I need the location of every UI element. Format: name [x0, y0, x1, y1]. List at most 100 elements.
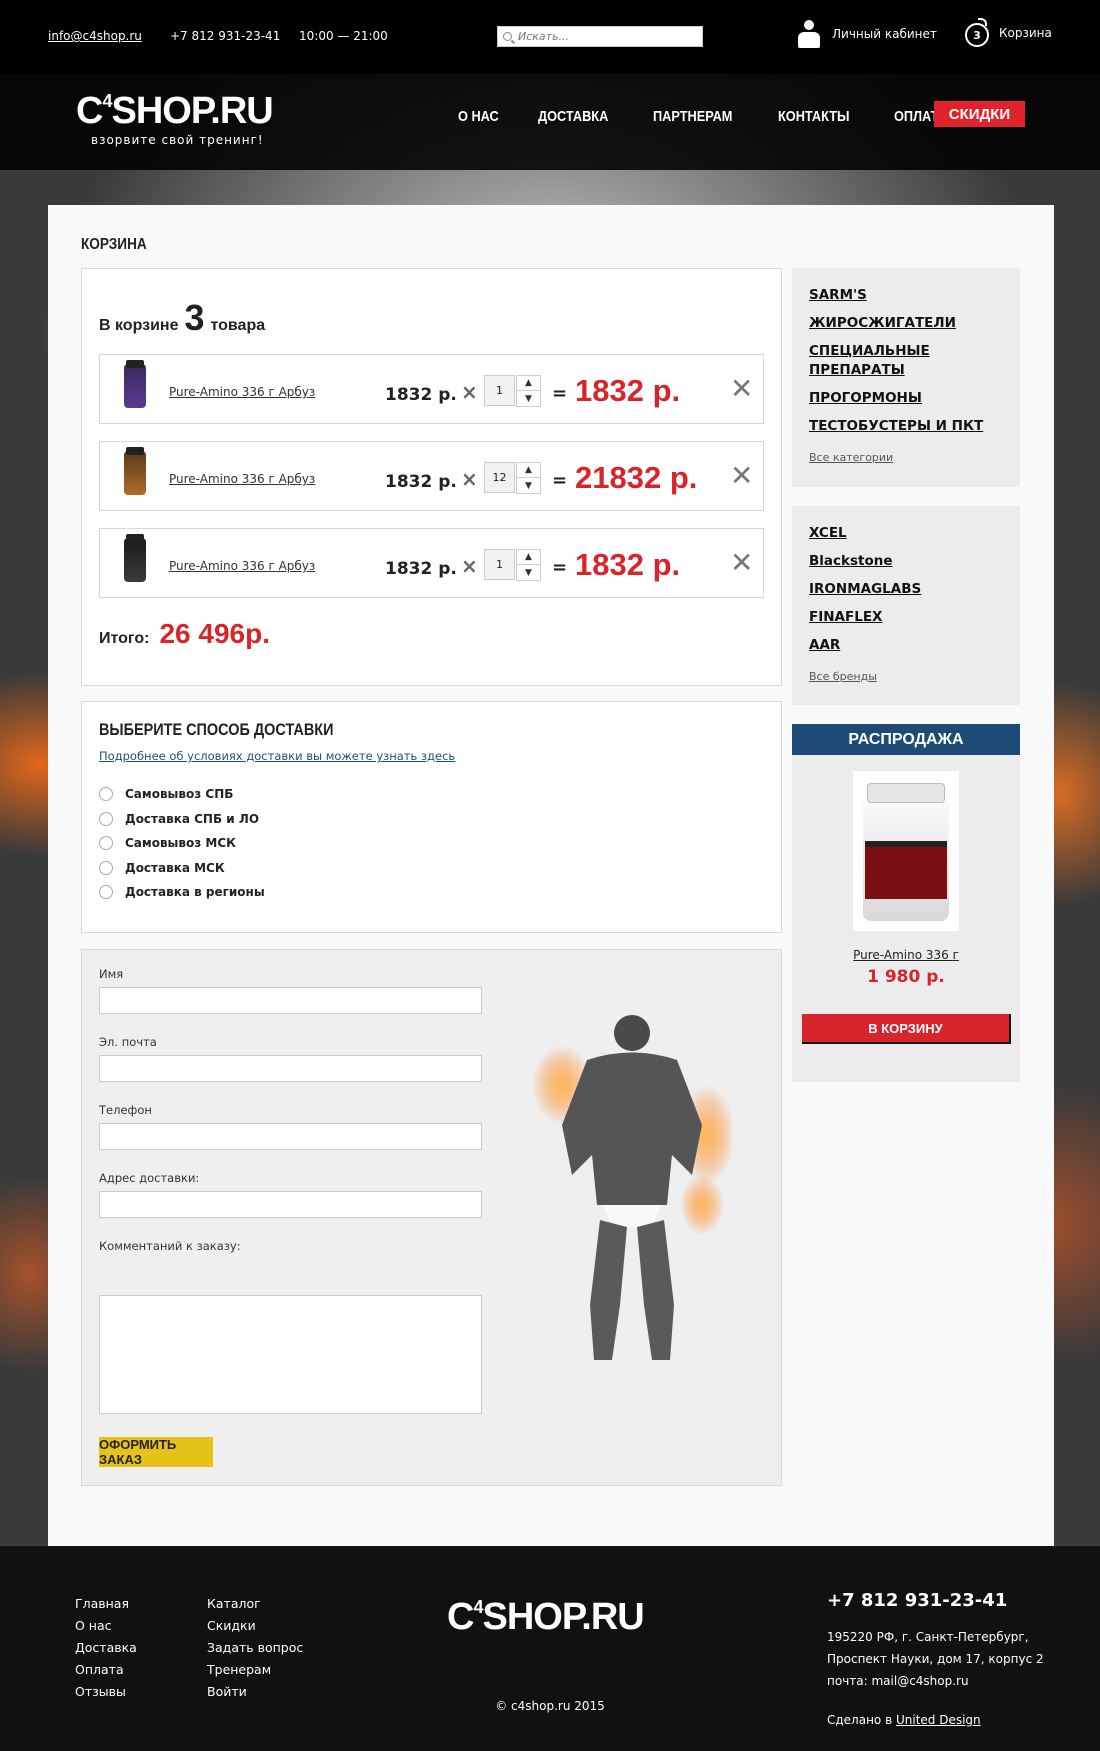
logo-tagline: взорвите свой тренинг!: [91, 133, 264, 147]
sidebar-category-link[interactable]: SARM'S: [809, 286, 983, 305]
shipping-option[interactable]: Доставка МСК: [99, 856, 265, 881]
logo-text: SHOP.RU: [111, 90, 273, 132]
sidebar-brand-link[interactable]: Blackstone: [809, 552, 921, 571]
radio-button[interactable]: [99, 811, 113, 826]
shipping-option[interactable]: Самовывоз СПБ: [99, 782, 265, 807]
radio-button[interactable]: [99, 787, 113, 802]
radio-button[interactable]: [99, 860, 113, 875]
logo-letter: C: [76, 90, 103, 132]
footer-link[interactable]: Доставка: [75, 1637, 137, 1659]
quantity-input[interactable]: 12: [484, 462, 515, 493]
nav-discounts-button[interactable]: СКИДКИ: [934, 101, 1025, 127]
equals-sign: =: [552, 470, 568, 491]
sidebar-category-link[interactable]: СПЕЦИАЛЬНЫЕ ПРЕПАРАТЫ: [809, 342, 939, 380]
user-icon: [798, 20, 820, 48]
search-box[interactable]: [497, 26, 703, 47]
product-thumbnail[interactable]: [124, 360, 146, 408]
contact-phone: +7 812 931-23-41: [170, 29, 281, 43]
remove-item-icon[interactable]: ✕: [730, 375, 753, 403]
quantity-decrease-button[interactable]: ▼: [517, 565, 540, 580]
footer-link[interactable]: Тренерам: [207, 1659, 303, 1681]
quantity-decrease-button[interactable]: ▼: [517, 478, 540, 493]
shipping-option-label: Самовывоз СПБ: [125, 787, 234, 802]
radio-button[interactable]: [99, 836, 113, 851]
sidebar-category-link[interactable]: ТЕСТОБУСТЕРЫ И ПКТ: [809, 417, 983, 436]
quantity-increase-button[interactable]: ▲: [517, 376, 540, 391]
add-to-cart-button[interactable]: В КОРЗИНУ: [802, 1014, 1011, 1044]
nav-about[interactable]: О НАС: [458, 108, 499, 125]
remove-item-icon[interactable]: ✕: [730, 462, 753, 490]
quantity-decrease-button[interactable]: ▼: [517, 391, 540, 406]
footer-logo[interactable]: C4SHOP.RU: [447, 1596, 645, 1639]
radio-button[interactable]: [99, 885, 113, 900]
footer-link[interactable]: Оплата: [75, 1659, 137, 1681]
product-thumbnail[interactable]: [124, 534, 146, 582]
nav-delivery[interactable]: ДОСТАВКА: [538, 108, 608, 125]
footer-link[interactable]: Каталог: [207, 1593, 303, 1615]
sale-product-image[interactable]: [853, 771, 959, 931]
remove-item-icon[interactable]: ✕: [730, 549, 753, 577]
shipping-option[interactable]: Доставка СПБ и ЛО: [99, 807, 265, 832]
line-total: 1832 р.: [575, 547, 681, 582]
all-brands-link[interactable]: Все бренды: [809, 670, 877, 683]
main-content: КОРЗИНА В корзине 3 товара Pure-Amino 33…: [48, 205, 1054, 1546]
email-field[interactable]: [99, 1055, 482, 1082]
site-logo[interactable]: C4SHOP.RU взорвите свой тренинг!: [76, 90, 274, 147]
sidebar-brand-link[interactable]: AAR: [809, 636, 921, 655]
contact-email-link[interactable]: info@c4shop.ru: [48, 29, 142, 43]
quantity-input[interactable]: 1: [484, 375, 515, 406]
account-label: Личный кабинет: [832, 27, 937, 41]
multiply-icon: ×: [461, 467, 478, 491]
product-name-link[interactable]: Pure-Amino 336 г Арбуз: [169, 559, 315, 573]
sidebar-category-link[interactable]: ПРОГОРМОНЫ: [809, 389, 983, 408]
quantity-stepper: ▲ ▼: [516, 549, 541, 581]
sidebar-brand-link[interactable]: IRONMAGLABS: [809, 580, 921, 599]
sale-title: РАСПРОДАЖА: [792, 724, 1020, 755]
submit-order-button[interactable]: ОФОРМИТЬ ЗАКАЗ: [99, 1437, 213, 1467]
nav-partners[interactable]: ПАРТНЕРАМ: [653, 108, 732, 125]
sidebar-brand-link[interactable]: FINAFLEX: [809, 608, 921, 627]
multiply-icon: ×: [461, 554, 478, 578]
shipping-option-label: Доставка в регионы: [125, 885, 265, 900]
quantity-stepper: ▲ ▼: [516, 462, 541, 494]
cart-heading-count: 3: [184, 297, 205, 338]
comment-label: Комментаний к заказу:: [99, 1239, 241, 1253]
footer-link[interactable]: Скидки: [207, 1615, 303, 1637]
sale-product-name[interactable]: Pure-Amino 336 г: [792, 948, 1020, 962]
sidebar-brand-link[interactable]: XCEL: [809, 524, 921, 543]
quantity-increase-button[interactable]: ▲: [517, 550, 540, 565]
sidebar-categories: SARM'S ЖИРОСЖИГАТЕЛИ СПЕЦИАЛЬНЫЕ ПРЕПАРА…: [792, 268, 1020, 487]
multiply-icon: ×: [461, 380, 478, 404]
nav-contacts[interactable]: КОНТАКТЫ: [778, 108, 849, 125]
search-input[interactable]: [518, 30, 688, 43]
footer-link[interactable]: Задать вопрос: [207, 1637, 303, 1659]
shipping-title: ВЫБЕРИТЕ СПОСОБ ДОСТАВКИ: [99, 720, 334, 739]
sidebar-category-link[interactable]: ЖИРОСЖИГАТЕЛИ: [809, 314, 983, 333]
footer-link[interactable]: Главная: [75, 1593, 137, 1615]
made-by-link[interactable]: United Design: [896, 1713, 981, 1727]
equals-sign: =: [552, 557, 568, 578]
account-link[interactable]: Личный кабинет: [798, 20, 937, 48]
quantity-increase-button[interactable]: ▲: [517, 463, 540, 478]
cart-total-label: Итого:: [99, 630, 150, 647]
phone-field[interactable]: [99, 1123, 482, 1150]
shipping-option[interactable]: Доставка в регионы: [99, 880, 265, 905]
product-thumbnail[interactable]: [124, 447, 146, 495]
unit-price: 1832 р.: [385, 559, 457, 579]
search-icon: [503, 32, 512, 41]
all-categories-link[interactable]: Все категории: [809, 451, 893, 464]
quantity-input[interactable]: 1: [484, 549, 515, 580]
shipping-info-link[interactable]: Подробнее об условиях доставки вы можете…: [99, 749, 455, 763]
product-name-link[interactable]: Pure-Amino 336 г Арбуз: [169, 472, 315, 486]
name-field[interactable]: [99, 987, 482, 1014]
cart-total: Итого: 26 496р.: [99, 618, 270, 650]
footer-links-column: Главная О нас Доставка Оплата Отзывы: [75, 1593, 137, 1703]
footer-link[interactable]: О нас: [75, 1615, 137, 1637]
shipping-option[interactable]: Самовывоз МСК: [99, 831, 265, 856]
cart-count-badge: 3: [973, 28, 981, 42]
product-name-link[interactable]: Pure-Amino 336 г Арбуз: [169, 385, 315, 399]
comment-textarea[interactable]: [99, 1295, 482, 1414]
cart-label: Корзина: [999, 25, 1052, 40]
address-field[interactable]: [99, 1191, 482, 1218]
cart-link[interactable]: 3 Корзина: [965, 18, 1052, 47]
